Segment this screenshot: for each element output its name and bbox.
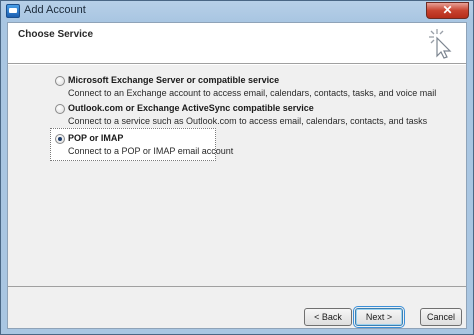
dialog-body: Choose Service Microsoft Exchange Server… bbox=[7, 22, 467, 329]
option-pop-imap-label: POP or IMAP bbox=[68, 133, 124, 143]
add-account-window: Add Account ✕ Choose Service Microsoft E… bbox=[0, 0, 474, 335]
radio-outlook-com[interactable] bbox=[55, 104, 65, 114]
option-pop-imap-description: Connect to a POP or IMAP email account bbox=[68, 146, 234, 156]
close-button[interactable]: ✕ bbox=[426, 2, 469, 19]
radio-pop-imap[interactable] bbox=[55, 134, 65, 144]
radio-exchange[interactable] bbox=[55, 76, 65, 86]
back-button[interactable]: < Back bbox=[304, 308, 352, 326]
window-title: Add Account bbox=[24, 4, 86, 16]
wizard-cursor-icon bbox=[429, 29, 452, 59]
option-exchange-description: Connect to an Exchange account to access… bbox=[68, 88, 437, 98]
page-title: Choose Service bbox=[18, 29, 94, 40]
next-button[interactable]: Next > bbox=[353, 306, 405, 328]
footer-divider bbox=[8, 286, 466, 287]
title-bar[interactable]: Add Account ✕ bbox=[1, 1, 473, 21]
option-outlook-com-description: Connect to a service such as Outlook.com… bbox=[68, 116, 428, 126]
option-outlook-com-label: Outlook.com or Exchange ActiveSync compa… bbox=[68, 103, 314, 113]
option-exchange-label: Microsoft Exchange Server or compatible … bbox=[68, 75, 280, 85]
outlook-app-icon bbox=[6, 4, 20, 18]
cancel-button[interactable]: Cancel bbox=[420, 308, 462, 326]
header-divider-highlight bbox=[8, 64, 466, 65]
wizard-header: Choose Service bbox=[8, 23, 466, 63]
